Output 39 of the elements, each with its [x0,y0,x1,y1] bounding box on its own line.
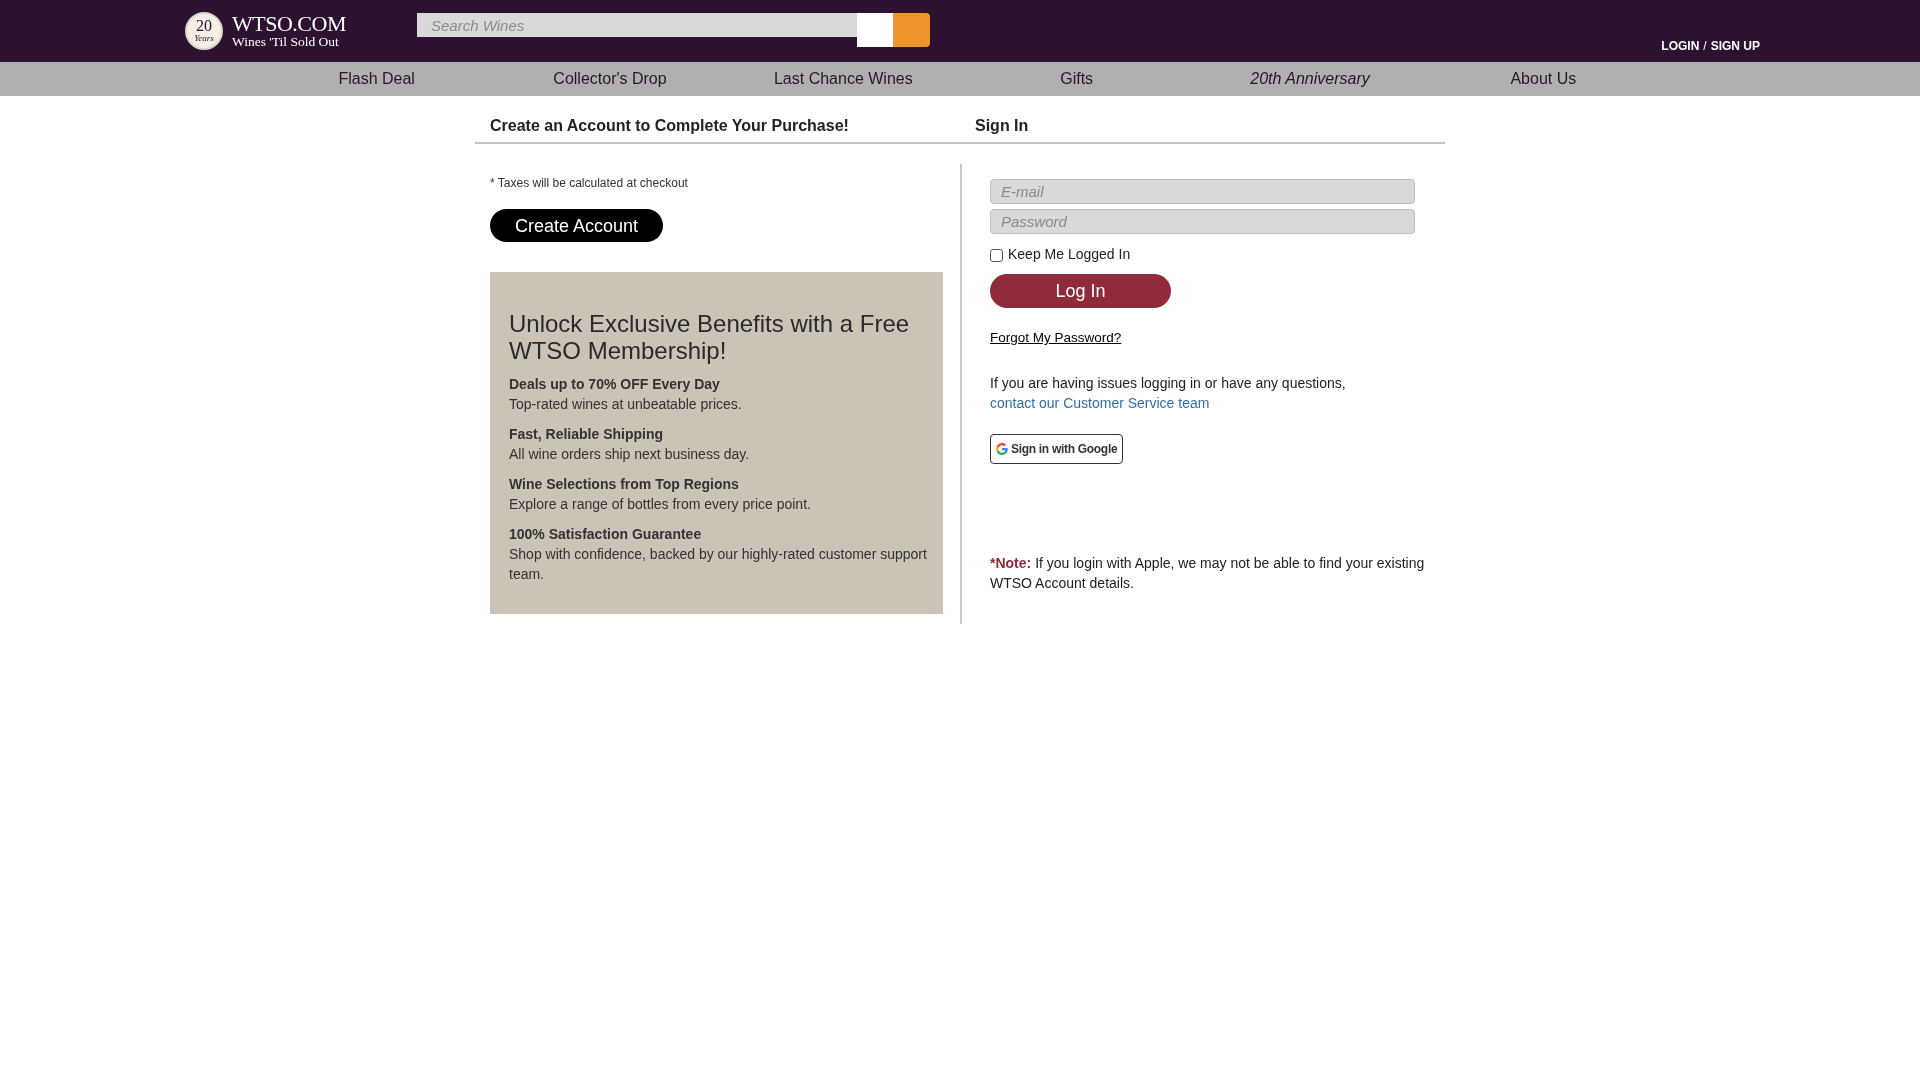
benefit-text: Top-rated wines at unbeatable prices. [509,395,743,414]
help-text: If you are having issues logging in or have any questions, contact our Customer Service team [990,374,1347,413]
seal-number: 20 [196,19,212,33]
section-heading: Sign In [975,117,1029,134]
forgot-password-link[interactable]: Forgot My Password? [990,330,1122,346]
nav-link[interactable]: About Us [1510,69,1577,89]
logo-wordmark[interactable]: WTSO.COM [232,13,346,34]
benefit-title: Fast, Reliable Shipping [509,425,665,444]
create-account-button[interactable]: Create Account [490,209,663,242]
nav-link[interactable]: Last Chance Wines [773,69,913,89]
password-field[interactable]: Password [990,209,1415,234]
nav-link[interactable]: Gifts [1060,69,1094,89]
benefit-text: All wine orders ship next business day. [509,445,751,464]
login-button[interactable]: Log In [990,274,1171,308]
signup-link[interactable]: SIGN UP [1710,39,1760,53]
tax-note: * Taxes will be calculated at checkout [490,175,689,191]
section-heading: Create an Account to Complete Your Purchase! [490,117,849,134]
checkbox-label: Keep Me Logged In [1008,245,1131,264]
apple-login-note: *Note: If you login with Apple, we may not be able to find your existing WTSO Account details. [990,554,1426,593]
keep-logged-in-checkbox[interactable] [990,249,1003,262]
seal-word: Years [194,33,214,43]
benefit-title: 100% Satisfaction Guarantee [509,525,703,544]
benefits-title: Unlock Exclusive Benefits with a Free WTSO Membership! [509,310,911,364]
logo-tagline: Wines 'Til Sold Out [232,33,340,49]
benefit-title: Deals up to 70% OFF Every Day [509,375,721,394]
benefit-title: Wine Selections from Top Regions [509,475,740,494]
benefit-text: Explore a range of bottles from every price point. [509,495,812,514]
customer-service-link[interactable]: contact our Customer Service team [990,395,1210,411]
search-side-tile [857,13,893,47]
google-sign-in-button[interactable]: Sign in with Google [990,434,1124,464]
login-link[interactable]: LOGIN [1661,39,1700,53]
benefit-text: Shop with confidence, backed by our highly-rated customer support team. [509,545,928,584]
link-separator: / [1703,39,1707,53]
nav-link[interactable]: Flash Deal [338,69,415,89]
nav-link[interactable]: Collector's Drop [553,69,667,89]
nav-link[interactable]: 20th Anniversary [1250,69,1370,89]
search-field[interactable]: Search Wines [417,13,857,37]
email-field[interactable]: E-mail [990,179,1415,204]
google-g-icon [996,443,1008,455]
